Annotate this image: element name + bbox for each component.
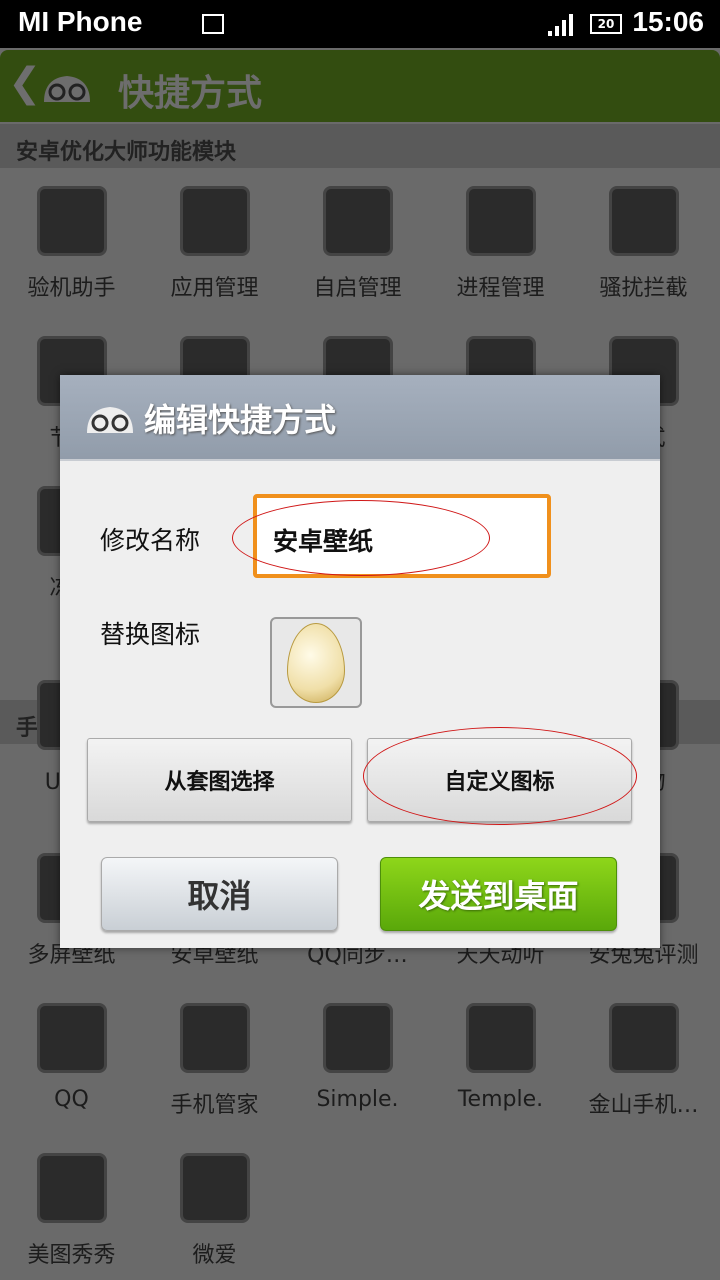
shortcut-label: 骚扰拦截 bbox=[599, 276, 688, 301]
custom-icon-button[interactable]: 自定义图标 bbox=[367, 738, 632, 822]
send-to-desktop-button[interactable]: 发送到桌面 bbox=[380, 857, 617, 931]
shortcut-item[interactable]: Simple. bbox=[286, 1003, 429, 1112]
name-input[interactable]: 安卓壁纸 bbox=[253, 494, 551, 578]
shortcut-label: Simple. bbox=[316, 1087, 399, 1112]
app-icon bbox=[322, 1003, 393, 1073]
icon-preview-button[interactable] bbox=[270, 617, 362, 708]
app-logo-icon bbox=[44, 76, 90, 102]
app-icon bbox=[36, 186, 107, 256]
shortcut-item[interactable]: 骚扰拦截 bbox=[572, 186, 715, 302]
back-icon[interactable]: ❮ bbox=[8, 60, 42, 106]
app-icon bbox=[179, 186, 250, 256]
shortcut-label: 应用管理 bbox=[170, 276, 259, 301]
shortcut-label: 美图秀秀 bbox=[27, 1243, 116, 1268]
app-icon bbox=[465, 186, 536, 256]
from-set-button[interactable]: 从套图选择 bbox=[87, 738, 352, 822]
app-icon bbox=[608, 186, 679, 256]
shortcut-label: QQ bbox=[54, 1087, 89, 1112]
shortcut-item[interactable]: 美图秀秀 bbox=[0, 1153, 143, 1269]
app-icon bbox=[179, 1153, 250, 1223]
shortcut-label: 验机助手 bbox=[27, 276, 116, 301]
app-icon bbox=[36, 1153, 107, 1223]
shortcut-label: 进程管理 bbox=[456, 276, 545, 301]
clock: 15:06 bbox=[632, 6, 704, 37]
app-icon bbox=[465, 1003, 536, 1073]
shortcut-label: 自启管理 bbox=[313, 276, 402, 301]
app-icon bbox=[322, 186, 393, 256]
app-icon bbox=[36, 1003, 107, 1073]
shortcut-item[interactable]: 微爱 bbox=[143, 1153, 286, 1269]
shortcut-item[interactable]: Temple. bbox=[429, 1003, 572, 1112]
shortcut-item[interactable]: 手机管家 bbox=[143, 1003, 286, 1119]
signal-icon bbox=[548, 14, 573, 36]
dialog-header: 编辑快捷方式 bbox=[60, 375, 660, 461]
page-title: 快捷方式 bbox=[118, 73, 263, 114]
shortcut-label: 手机管家 bbox=[170, 1093, 259, 1118]
shortcut-item[interactable]: 验机助手 bbox=[0, 186, 143, 302]
gallery-notification-icon bbox=[202, 14, 224, 34]
carrier-label: MI Phone bbox=[18, 6, 143, 37]
shortcut-label: 微爱 bbox=[192, 1243, 237, 1268]
shortcut-item[interactable]: QQ bbox=[0, 1003, 143, 1112]
app-logo-icon bbox=[87, 407, 133, 433]
shortcut-item[interactable]: 进程管理 bbox=[429, 186, 572, 302]
shortcut-item[interactable]: 自启管理 bbox=[286, 186, 429, 302]
egg-icon bbox=[287, 622, 345, 703]
shortcut-item[interactable]: 金山手机… bbox=[572, 1003, 715, 1119]
section-header: 安卓优化大师功能模块 bbox=[0, 124, 720, 168]
action-bar: ❮ 快捷方式 bbox=[0, 50, 720, 122]
name-label: 修改名称 bbox=[100, 526, 201, 555]
shortcut-item[interactable]: 应用管理 bbox=[143, 186, 286, 302]
dialog-title: 编辑快捷方式 bbox=[144, 401, 337, 439]
icon-label: 替换图标 bbox=[100, 620, 201, 649]
edit-shortcut-dialog: 编辑快捷方式 修改名称 安卓壁纸 替换图标 从套图选择 自定义图标 取消 发送到… bbox=[60, 375, 660, 948]
status-bar: MI Phone 20 15:06 bbox=[0, 0, 720, 48]
shortcut-label: Temple. bbox=[457, 1087, 544, 1112]
cancel-button[interactable]: 取消 bbox=[101, 857, 338, 931]
app-icon bbox=[179, 1003, 250, 1073]
shortcut-label: 金山手机… bbox=[588, 1093, 699, 1118]
app-icon bbox=[608, 1003, 679, 1073]
battery-icon: 20 bbox=[590, 14, 622, 34]
